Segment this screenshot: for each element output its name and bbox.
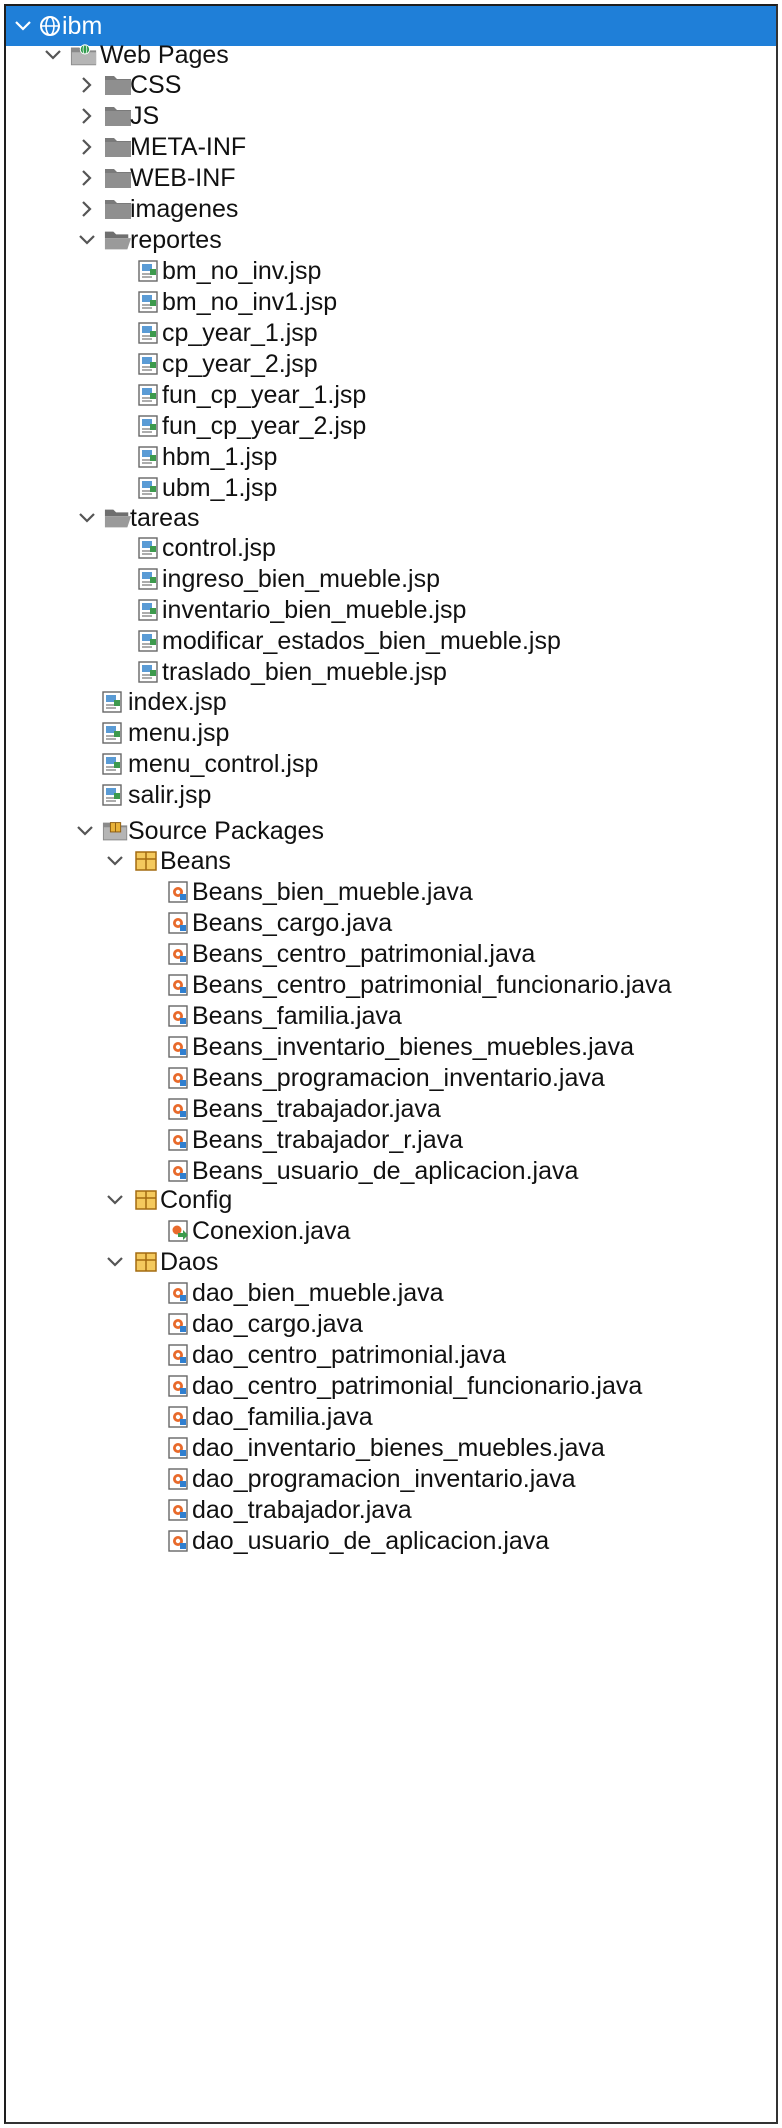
tree-node-label: dao_usuario_de_aplicacion.java <box>192 1526 550 1555</box>
jsp-file-icon <box>98 781 126 809</box>
java-file-icon <box>164 1527 192 1555</box>
project-tree[interactable]: ibm Web Pages CSS JS META-INF WEB-INF imagenes… <box>4 4 778 2124</box>
tree-node-file[interactable]: dao_usuario_de_aplicacion.java <box>6 1520 776 1562</box>
tree-node-label: salir.jsp <box>128 780 212 809</box>
